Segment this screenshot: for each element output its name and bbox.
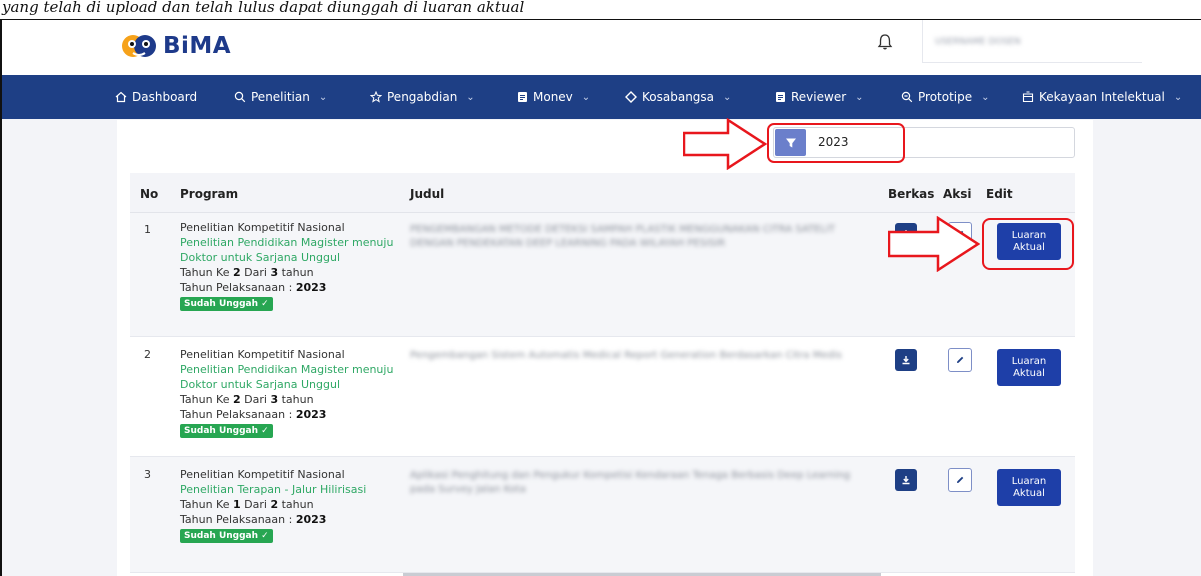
program-cell: Penelitian Kompetitif Nasional Penelitia… [180,347,400,438]
nav-penelitian[interactable]: Penelitian ⌄ [234,75,327,119]
table-row: 2 Penelitian Kompetitif Nasional Penelit… [130,337,1075,457]
user-menu[interactable]: USERNAME DOSEN [922,20,1142,63]
status-badge: Sudah Unggah ✓ [180,297,273,311]
logo-text: BiMA [163,33,232,59]
col-header-edit: Edit [986,187,1013,201]
edit-button[interactable] [948,468,972,492]
app-logo[interactable]: BiMA [121,28,231,64]
program-name: Penelitian Pendidikan Magister menuju Do… [180,236,394,264]
chevron-down-icon: ⌄ [855,91,864,103]
row-number: 3 [144,468,151,481]
bima-mascot-icon [122,35,156,57]
col-header-program: Program [180,187,239,201]
search-icon [234,91,246,103]
program-execution-year: Tahun Pelaksanaan : 2023 [180,281,327,294]
pencil-icon [957,356,964,363]
download-icon [902,356,910,365]
nav-dashboard[interactable]: Dashboard [115,75,197,119]
main-navbar: Dashboard Penelitian ⌄ Pengabdian ⌄ Mone… [2,75,1201,119]
chevron-down-icon: ⌄ [723,91,732,103]
arrow-right-icon [888,216,980,272]
arrow-right-icon [683,118,767,170]
top-header: BiMA USERNAME DOSEN [2,20,1201,75]
program-name: Penelitian Pendidikan Magister menuju Do… [180,363,394,391]
program-execution-year: Tahun Pelaksanaan : 2023 [180,513,327,526]
program-year-info: Tahun Ke 2 Dari 3 tahun [180,393,314,406]
program-year-info: Tahun Ke 2 Dari 3 tahun [180,266,314,279]
col-header-no: No [140,187,159,201]
highlight-box-luaran [982,218,1074,270]
table-row: 3 Penelitian Kompetitif Nasional Penelit… [130,457,1075,573]
col-header-berkas: Berkas [888,187,935,201]
table-header: No Program Judul Berkas Aksi Edit [130,173,1075,213]
nav-reviewer[interactable]: Reviewer ⌄ [775,75,864,119]
program-scheme: Penelitian Kompetitif Nasional [180,221,345,234]
chevron-down-icon: ⌄ [981,91,990,103]
highlight-box-filter [767,123,905,163]
nav-label: Penelitian [251,90,310,104]
box-icon [1022,91,1034,103]
download-icon [902,476,910,485]
home-icon [115,91,127,103]
program-name: Penelitian Terapan - Jalur Hilirisasi [180,483,367,496]
document-icon [518,92,527,102]
nav-label: Prototipe [918,90,973,104]
nav-monev[interactable]: Monev ⌄ [517,75,590,119]
row-number: 1 [144,223,151,236]
chevron-down-icon: ⌄ [1173,91,1183,103]
row-number: 2 [144,348,151,361]
bell-icon[interactable] [876,33,894,51]
col-header-aksi: Aksi [943,187,972,201]
judul-text: Pengembangan Sistem Automatis Medical Re… [410,350,842,361]
diamond-icon [625,91,637,103]
nav-label: Monev [533,90,573,104]
nav-pengabdian[interactable]: Pengabdian ⌄ [370,75,475,119]
caption-text: yang telah di upload dan telah lulus dap… [0,0,1201,19]
program-execution-year: Tahun Pelaksanaan : 2023 [180,408,327,421]
user-name: USERNAME DOSEN [935,37,1021,47]
luaran-aktual-button[interactable]: Luaran Aktual [997,469,1061,506]
status-badge: Sudah Unggah ✓ [180,529,273,543]
star-icon [370,91,382,103]
nav-kosabangsa[interactable]: Kosabangsa ⌄ [625,75,731,119]
col-header-judul: Judul [410,187,445,201]
document-icon [776,92,785,102]
nav-kekayaan-intelektual[interactable]: Kekayaan Intelektual ⌄ [1022,75,1182,119]
nav-label: Pengabdian [387,90,458,104]
program-scheme: Penelitian Kompetitif Nasional [180,348,345,361]
program-scheme: Penelitian Kompetitif Nasional [180,468,345,481]
luaran-aktual-button[interactable]: Luaran Aktual [997,349,1061,386]
judul-text: Aplikasi Penghitung dan Pengukur Kompeti… [410,470,851,495]
chevron-down-icon: ⌄ [581,91,591,103]
chevron-down-icon: ⌄ [466,91,475,103]
chevron-down-icon: ⌄ [318,91,328,103]
nav-label: Kekayaan Intelektual [1039,90,1165,104]
status-badge: Sudah Unggah ✓ [180,424,273,438]
program-cell: Penelitian Kompetitif Nasional Penelitia… [180,467,400,543]
nav-label: Kosabangsa [642,90,715,104]
pencil-icon [957,476,964,483]
nav-label: Reviewer [791,90,847,104]
nav-prototipe[interactable]: Prototipe ⌄ [901,75,990,119]
nav-label: Dashboard [132,90,198,104]
program-year-info: Tahun Ke 1 Dari 2 tahun [180,498,314,511]
download-button[interactable] [895,349,917,371]
judul-text: PENGEMBANGAN METODE DETEKSI SAMPAH PLAST… [410,224,836,249]
download-button[interactable] [895,469,917,491]
program-cell: Penelitian Kompetitif Nasional Penelitia… [180,220,400,311]
edit-button[interactable] [948,348,972,372]
zoom-icon [901,91,913,103]
